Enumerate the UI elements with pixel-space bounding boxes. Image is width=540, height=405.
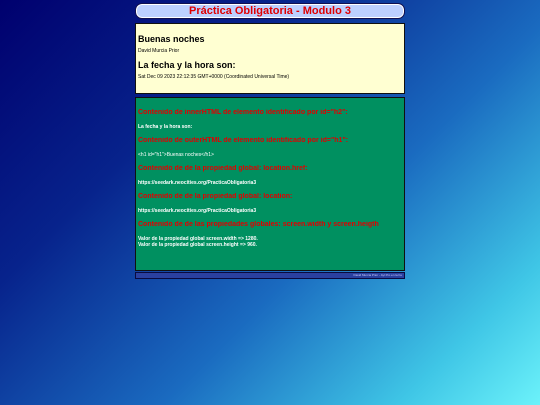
location-heading: Contenido de de la propiedad global: loc… — [138, 193, 293, 200]
greeting-heading: Buenas noches — [138, 34, 205, 44]
outer-html-value: <h1 id="h1">Buenas noches</h1> — [138, 152, 214, 158]
inner-html-heading: Contenido de innerHTML de elemento ident… — [138, 109, 348, 116]
footer-text: David Murcia Prior - Ayl Pro en la Fe — [353, 273, 402, 277]
outer-html-heading: Contenido de outerHTML de elemento ident… — [138, 137, 349, 144]
results-panel: Contenido de innerHTML de elemento ident… — [135, 97, 405, 271]
href-heading: Contenido de de la propiedad global: loc… — [138, 165, 308, 172]
date-heading: La fecha y la hora son: — [138, 60, 236, 70]
date-value: Sat Dec 09 2023 22:12:35 GMT+0000 (Coord… — [138, 74, 290, 80]
location-value: https://seedark.neocities.org/PracticaOb… — [138, 208, 257, 214]
screen-height-value: Valor de la propiedad global screen.heig… — [138, 242, 257, 248]
footer-bar: David Murcia Prior - Ayl Pro en la Fe — [135, 272, 405, 279]
page-title: Práctica Obligatoria - Modulo 3 — [135, 3, 405, 19]
screen-heading: Contenido de de las propiedades globales… — [138, 221, 379, 228]
inner-html-value: La fecha y la hora son: — [138, 124, 193, 130]
greeting-panel: Buenas noches David Murcia Prior La fech… — [135, 23, 405, 94]
page-container: Práctica Obligatoria - Modulo 3 Buenas n… — [135, 3, 405, 279]
href-value: https://seedark.neocities.org/PracticaOb… — [138, 180, 257, 186]
author-name: David Murcia Prior — [138, 48, 180, 54]
